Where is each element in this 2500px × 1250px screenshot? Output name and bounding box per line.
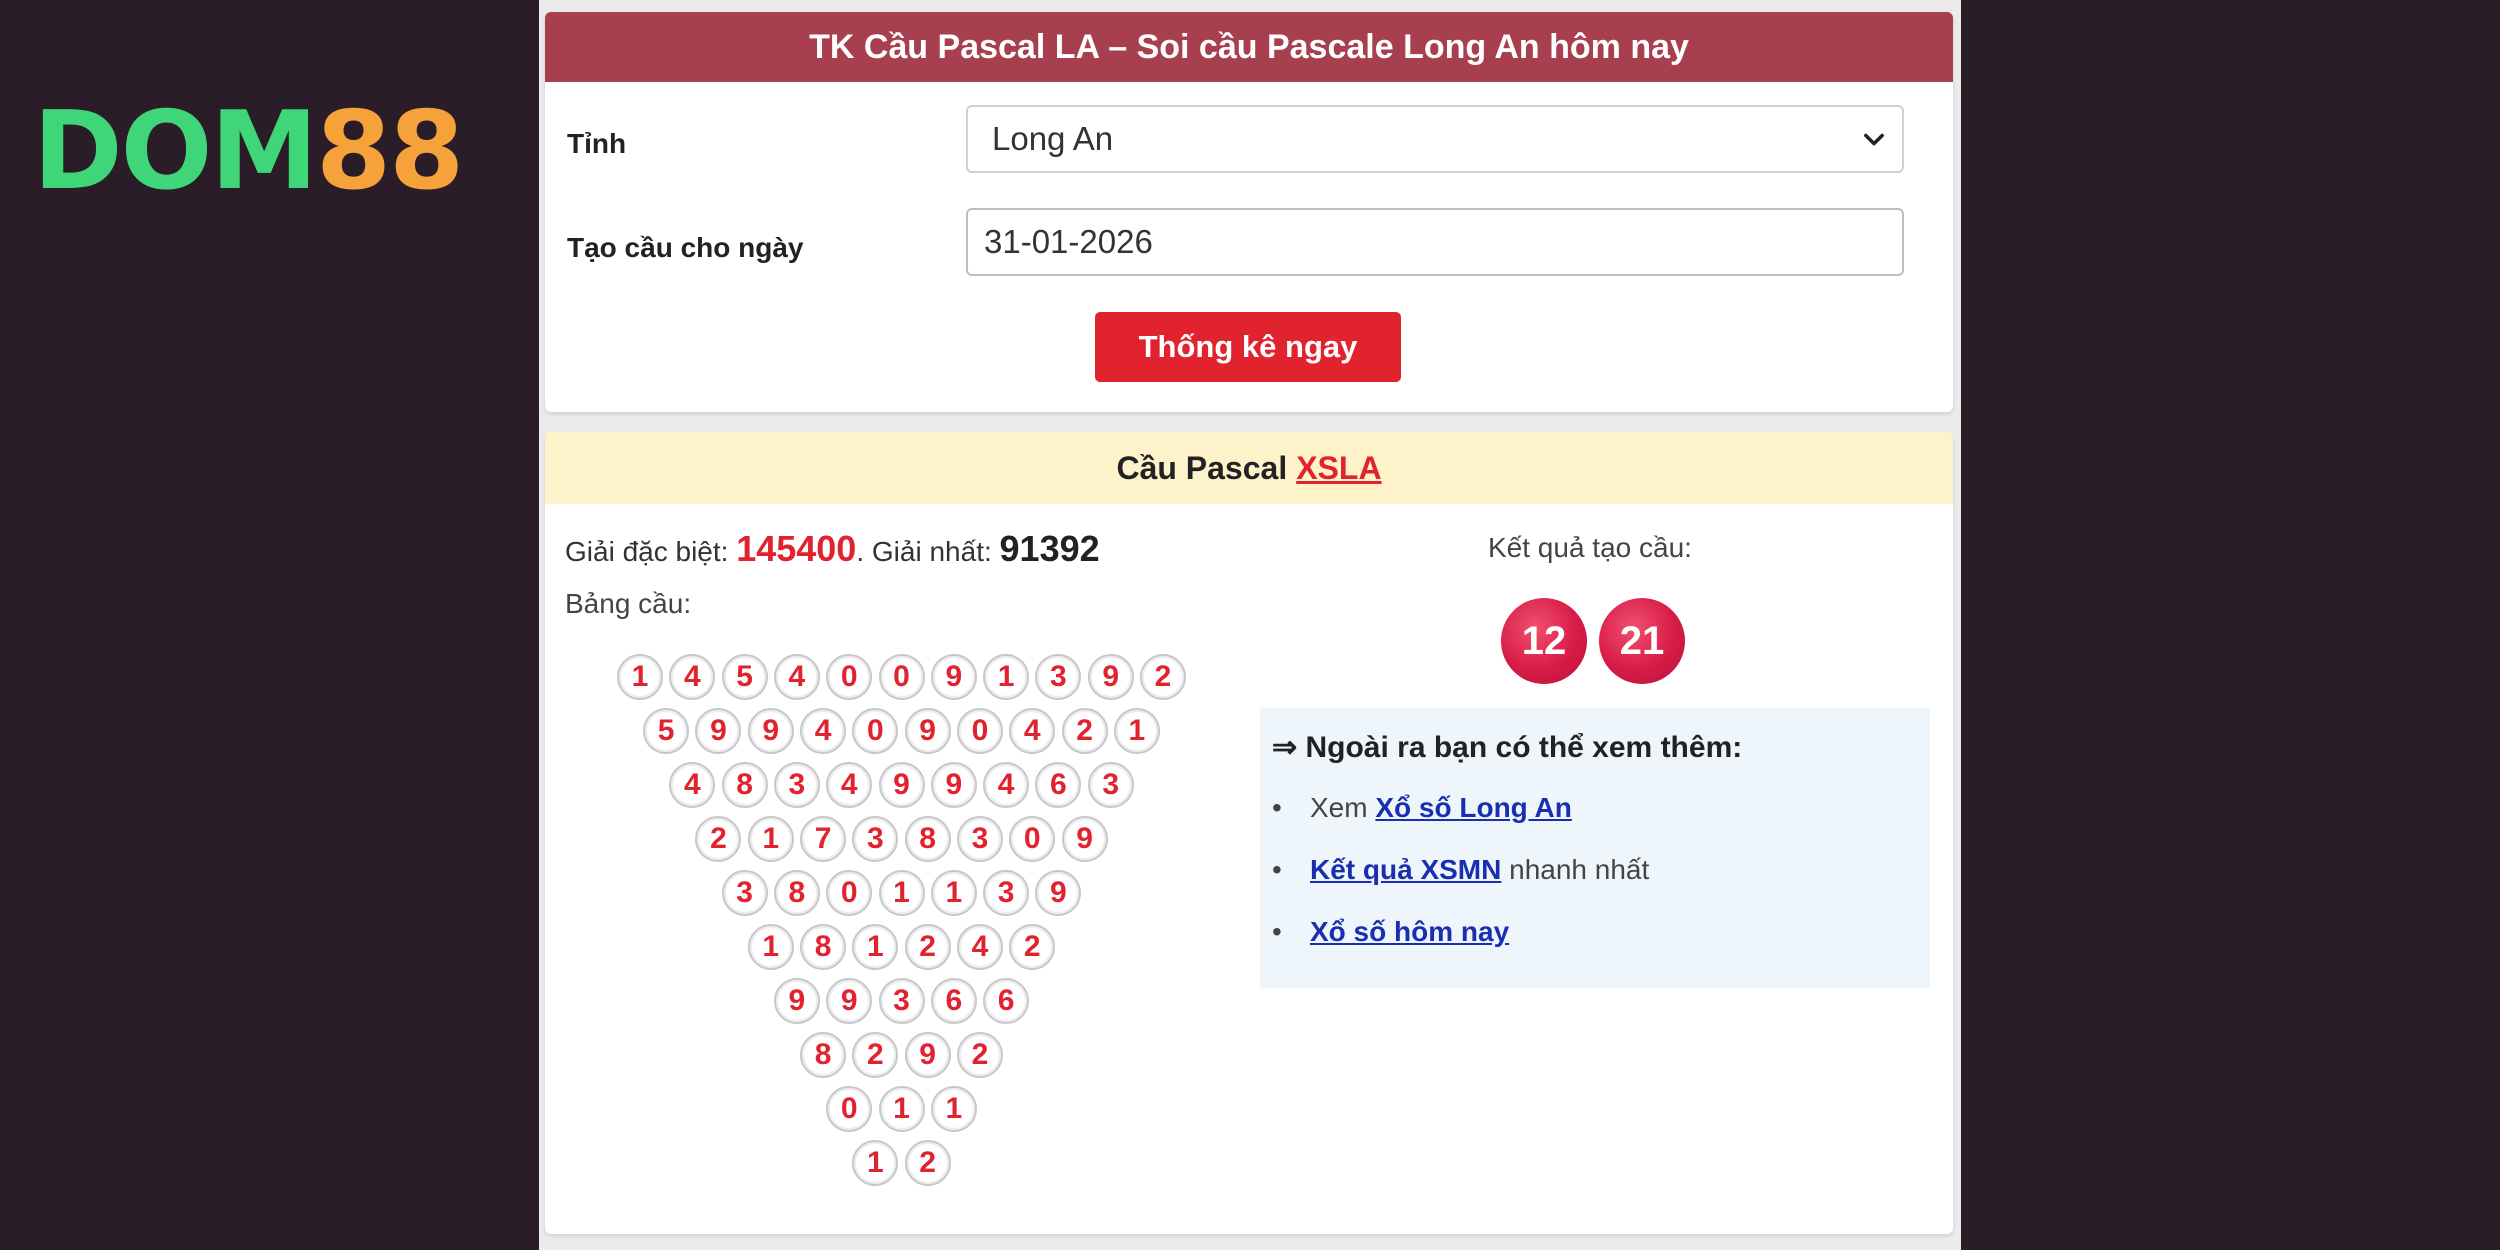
pascal-ball: 1	[983, 654, 1030, 700]
pascal-ball: 4	[983, 762, 1030, 808]
pascal-ball: 4	[669, 762, 716, 808]
pascal-ball: 9	[695, 708, 742, 754]
pascal-ball: 1	[852, 1140, 899, 1186]
pascal-ball: 2	[1009, 924, 1056, 970]
pascal-ball: 2	[852, 1032, 899, 1078]
pascal-ball: 4	[826, 762, 873, 808]
table-label: Bảng cầu:	[565, 588, 692, 619]
pascal-header: Cầu Pascal XSLA	[545, 432, 1953, 504]
pascal-ball: 2	[695, 816, 742, 862]
link-ket-qua-xsmn[interactable]: Kết quả XSMN	[1310, 854, 1501, 885]
pascal-ball: 2	[904, 1140, 951, 1186]
result-ball: 21	[1599, 598, 1685, 684]
pascal-ball: 3	[852, 816, 899, 862]
special-prize-label: Giải đặc biệt:	[565, 536, 729, 567]
first-prize-label: . Giải nhất:	[856, 536, 992, 567]
pascal-ball: 9	[878, 762, 925, 808]
chevron-down-icon	[1864, 133, 1884, 146]
pascal-ball: 3	[878, 978, 925, 1024]
pascal-ball: 9	[930, 654, 977, 700]
pascal-ball: 7	[800, 816, 847, 862]
pascal-ball: 6	[983, 978, 1030, 1024]
pascal-ball: 4	[800, 708, 847, 754]
see-more-box: ⇒ Ngoài ra bạn có thể xem thêm: • Xem Xổ …	[1260, 708, 1930, 988]
pascal-ball: 1	[1113, 708, 1160, 754]
pascal-ball: 1	[930, 1086, 977, 1132]
province-label: Tỉnh	[567, 128, 627, 159]
pascal-ball: 3	[721, 870, 768, 916]
province-select[interactable]: Long An	[966, 105, 1904, 173]
pascal-ball: 4	[669, 654, 716, 700]
list-item: • Xem Xổ số Long An	[1272, 792, 1572, 823]
prize-line: Giải đặc biệt: 145400. Giải nhất: 91392	[565, 528, 1100, 570]
pascal-ball: 3	[773, 762, 820, 808]
site-logo[interactable]: DOM88	[33, 98, 464, 206]
pascal-ball: 8	[721, 762, 768, 808]
pascal-ball: 0	[878, 654, 925, 700]
pascal-ball: 1	[878, 870, 925, 916]
special-prize-value: 145400	[736, 528, 857, 569]
see-more-title: ⇒ Ngoài ra bạn có thể xem thêm:	[1272, 731, 1743, 764]
pascal-ball: 4	[956, 924, 1003, 970]
pascal-ball: 1	[747, 924, 794, 970]
pascal-ball: 4	[1009, 708, 1056, 754]
pascal-ball: 6	[930, 978, 977, 1024]
date-label: Tạo cầu cho ngày	[567, 232, 804, 263]
pascal-ball: 3	[1035, 654, 1082, 700]
submit-button[interactable]: Thống kê ngay	[1095, 312, 1401, 382]
province-selected-value: Long An	[992, 120, 1114, 157]
result-label: Kết quả tạo cầu:	[1488, 532, 1692, 563]
pascal-ball: 0	[852, 708, 899, 754]
list-item: • Kết quả XSMN nhanh nhất	[1272, 854, 1650, 885]
pascal-ball: 8	[904, 816, 951, 862]
pascal-ball: 2	[1140, 654, 1186, 700]
pascal-ball: 9	[904, 1032, 951, 1078]
pascal-ball: 1	[852, 924, 899, 970]
logo-text-dom: DOM	[33, 89, 318, 214]
pascal-ball: 3	[983, 870, 1030, 916]
pascal-ball: 9	[747, 708, 794, 754]
pascal-ball: 8	[800, 924, 847, 970]
result-ball: 12	[1501, 598, 1587, 684]
pascal-ball: 1	[747, 816, 794, 862]
pascal-ball: 0	[1009, 816, 1056, 862]
pascal-ball: 1	[878, 1086, 925, 1132]
pascal-ball: 0	[956, 708, 1003, 754]
pascal-ball: 6	[1035, 762, 1082, 808]
pascal-ball: 9	[904, 708, 951, 754]
pascal-ball: 1	[930, 870, 977, 916]
pascal-ball: 9	[930, 762, 977, 808]
pascal-ball: 0	[826, 654, 873, 700]
pascal-ball: 0	[826, 870, 873, 916]
form-header: TK Cầu Pascal LA – Soi cầu Pascale Long …	[545, 12, 1953, 82]
pascal-ball: 8	[773, 870, 820, 916]
pascal-ball: 1	[617, 654, 663, 700]
link-xo-so-long-an[interactable]: Xổ số Long An	[1375, 792, 1572, 823]
pascal-ball: 4	[773, 654, 820, 700]
pascal-ball: 2	[904, 924, 951, 970]
date-input-value: 31-01-2026	[984, 223, 1153, 260]
pascal-header-text: Cầu Pascal	[1116, 449, 1288, 486]
pascal-ball: 2	[956, 1032, 1003, 1078]
pascal-ball: 8	[800, 1032, 847, 1078]
pascal-ball: 9	[1035, 870, 1082, 916]
link-xo-so-hom-nay[interactable]: Xổ số hôm nay	[1310, 916, 1509, 947]
pascal-form-card: TK Cầu Pascal LA – Soi cầu Pascale Long …	[545, 12, 1953, 412]
pascal-ball: 0	[826, 1086, 873, 1132]
pascal-ball: 3	[1087, 762, 1134, 808]
list-item: • Xổ số hôm nay	[1272, 916, 1510, 947]
logo-text-88: 88	[315, 89, 464, 214]
pascal-ball: 5	[643, 708, 690, 754]
pascal-ball: 3	[956, 816, 1003, 862]
date-input[interactable]: 31-01-2026	[966, 208, 1904, 276]
pascal-ball: 5	[721, 654, 768, 700]
pascal-ball: 9	[826, 978, 873, 1024]
pascal-ball: 9	[1087, 654, 1134, 700]
pascal-ball: 9	[773, 978, 820, 1024]
pascal-result-card: Cầu Pascal XSLA Giải đặc biệt: 145400. G…	[545, 432, 1953, 1234]
pascal-ball: 2	[1061, 708, 1108, 754]
first-prize-value: 91392	[999, 528, 1100, 569]
pascal-ball: 9	[1061, 816, 1108, 862]
xsla-link[interactable]: XSLA	[1296, 450, 1381, 487]
